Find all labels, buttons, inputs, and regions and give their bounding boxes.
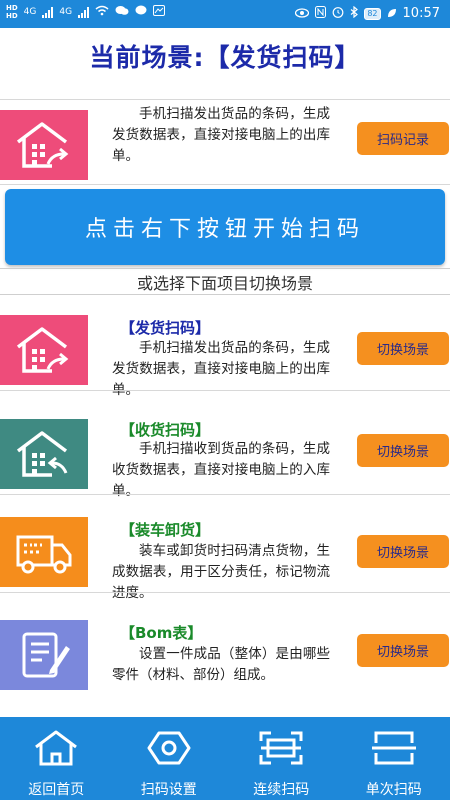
hd-indicator: HD HD [6,4,18,20]
single-scan-icon [371,731,416,765]
bottom-nav: 返回首页 扫码设置 连续扫码 单次扫码 [0,717,450,800]
nav-single-scan-label: 单次扫码 [365,782,422,798]
nav-home[interactable]: 返回首页 [0,717,113,800]
nav-single-scan[interactable]: 单次扫码 [338,717,450,800]
warehouse-ship-icon [16,327,69,373]
scene-description-loading: 装车或卸货时扫码清点货物，生成数据表，用于区分责任，标记物流进度。 [112,543,330,601]
document-edit-icon [22,632,70,678]
switch-scene-button-bom[interactable]: 切换场景 [357,634,449,667]
battery-icon: 82 [364,7,381,20]
nfc-icon [315,6,327,21]
scene-title-ship: 【发货扫码】 [120,319,211,337]
nav-scan-settings[interactable]: 扫码设置 [113,717,226,800]
current-scene-description: 手机扫描发出货品的条码，生成发货数据表，直接对接电脑上的出库单。 [112,106,330,164]
scene-tile-ship [0,315,88,385]
network-type-1: 4G [23,7,37,17]
scan-frame-icon [259,731,303,765]
switch-scene-button-loading[interactable]: 切换场景 [357,535,449,568]
scene-title-loading: 【装车卸货】 [120,521,211,539]
scene-card-receive: 【收货扫码】 手机扫描收到货品的条码，生成收货数据表，直接对接电脑上的入库单。 … [0,409,450,499]
nav-home-label: 返回首页 [28,782,85,798]
signal-icon-2 [78,6,90,18]
section-label: 或选择下面项目切换场景 [136,273,313,293]
switch-scene-button-receive[interactable]: 切换场景 [357,434,449,467]
scene-description-ship: 手机扫描发出货品的条码，生成发货数据表，直接对接电脑上的出库单。 [112,340,330,398]
gallery-icon [153,5,166,19]
hd-label-1: HD [6,4,18,12]
current-scene-tile [0,110,88,180]
delivery-truck-icon [16,535,72,574]
signal-icon [42,6,54,18]
message-icon [135,5,147,19]
alarm-icon [332,6,344,21]
wifi-icon [95,5,109,19]
leaf-icon [387,7,397,21]
nav-scan-settings-label: 扫码设置 [140,782,197,798]
scene-tile-bom [0,620,88,690]
scene-tile-loading [0,517,88,587]
scene-card-loading: 【装车卸货】 装车或卸货时扫码清点货物，生成数据表，用于区分责任，标记物流进度。… [0,507,450,601]
wechat-icon [115,5,129,19]
page-title: 当前场景:【发货扫码】 [89,43,361,72]
switch-scene-button-ship[interactable]: 切换场景 [357,332,449,365]
network-type-2: 4G [59,7,73,17]
home-icon [35,730,78,766]
scene-description-bom: 设置一件成品（整体）是由哪些零件（材料、部份）组成。 [112,646,330,683]
warehouse-ship-icon [16,122,69,168]
nav-continuous-scan-label: 连续扫码 [253,782,310,798]
scene-card-bom: 【Bom表】 设置一件成品（整体）是由哪些零件（材料、部份）组成。 切换场景 [0,610,450,696]
start-scan-button[interactable]: 点击右下按钮开始扫码 [5,189,445,265]
scene-card-ship: 【发货扫码】 手机扫描发出货品的条码，生成发货数据表，直接对接电脑上的出库单。 … [0,305,450,398]
scan-records-button[interactable]: 扫码记录 [357,122,449,155]
scene-title-receive: 【收货扫码】 [120,421,211,439]
clock: 10:57 [402,6,440,21]
nav-continuous-scan[interactable]: 连续扫码 [225,717,338,800]
eye-comfort-icon [295,7,310,21]
scene-tile-receive [0,419,88,489]
scene-description-receive: 手机扫描收到货品的条码，生成收货数据表，直接对接电脑上的入库单。 [112,441,330,499]
scene-title-bom: 【Bom表】 [120,624,203,642]
current-scene-card: 手机扫描发出货品的条码，生成发货数据表，直接对接电脑上的出库单。 扫码记录 [0,99,450,185]
warehouse-receive-icon [16,431,68,477]
hd-label-2: HD [6,12,18,20]
bluetooth-icon [350,5,359,21]
status-bar: HD HD 4G 4G 82 10:57 [0,0,450,28]
section-header: 或选择下面项目切换场景 [0,268,450,295]
settings-hex-icon [147,731,191,765]
